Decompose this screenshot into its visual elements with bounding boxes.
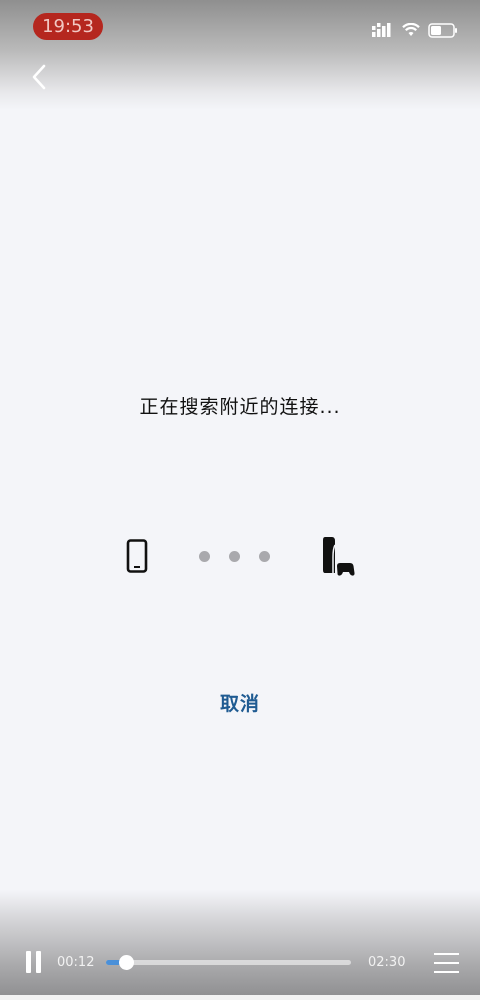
menu-icon-line — [434, 962, 459, 964]
menu-button[interactable] — [434, 951, 460, 975]
dot — [229, 551, 240, 562]
dot — [259, 551, 270, 562]
smartphone-icon — [126, 539, 148, 573]
total-time: 02:30 — [368, 955, 406, 970]
searching-status-text: 正在搜索附近的连接... — [139, 396, 341, 418]
screen: 19:53 正在搜索附近的连接... 取消 00:12 02:30 — [0, 0, 480, 1000]
status-icons — [372, 20, 458, 40]
pause-icon — [26, 951, 31, 973]
pause-icon-bar — [36, 951, 41, 973]
dot — [199, 551, 210, 562]
player-overlay — [0, 890, 480, 1000]
bottom-edge — [0, 995, 480, 1000]
wifi-icon — [402, 23, 420, 36]
ps5-console-icon — [323, 537, 355, 576]
back-button[interactable] — [24, 60, 54, 94]
menu-icon — [434, 953, 459, 955]
current-time: 00:12 — [57, 955, 95, 970]
progress-knob[interactable] — [118, 955, 134, 970]
connection-animation — [0, 535, 480, 580]
battery-icon — [428, 22, 457, 38]
chevron-left-icon — [32, 64, 46, 90]
menu-icon-line — [434, 971, 459, 973]
connecting-dots — [199, 551, 270, 562]
pause-button[interactable] — [24, 951, 44, 975]
signal-icon — [372, 23, 391, 37]
progress-slider[interactable] — [106, 955, 351, 970]
cancel-button[interactable]: 取消 — [200, 689, 280, 719]
status-time: 19:53 — [33, 13, 103, 40]
